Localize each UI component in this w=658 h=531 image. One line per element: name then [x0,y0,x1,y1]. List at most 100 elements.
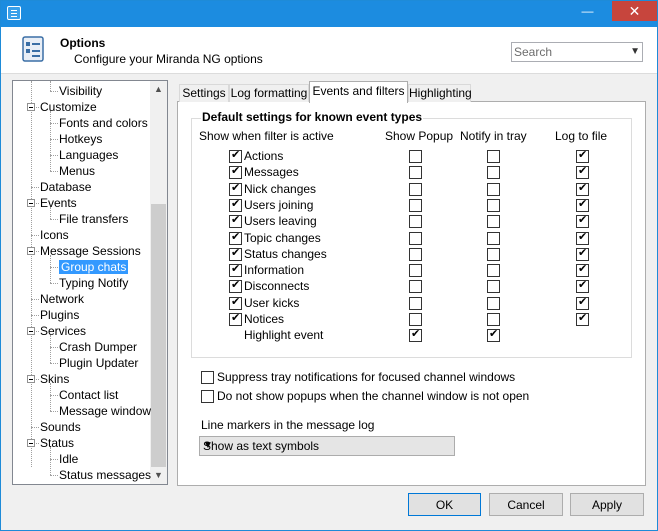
collapse-toggle-icon[interactable] [27,327,35,335]
filter-checkbox[interactable] [229,198,242,212]
filter-checkbox[interactable] [229,214,242,229]
tree-item[interactable]: Message window [59,403,151,419]
tray-checkbox[interactable] [487,198,500,212]
tray-checkbox[interactable] [487,215,500,229]
highlight-tray-checkbox[interactable] [487,328,500,343]
close-button[interactable]: ✕ [612,1,657,21]
tray-checkbox[interactable] [487,280,500,294]
tab-events-and-filters[interactable]: Events and filters [309,81,408,103]
tab-settings[interactable]: Settings [179,84,229,102]
popup-checkbox[interactable] [409,150,422,163]
tree-item[interactable]: Message Sessions [40,243,141,259]
log-checkbox[interactable] [576,263,589,278]
tree-item[interactable]: Plugin Updater [59,355,138,371]
tab-log-formatting[interactable]: Log formatting [229,84,309,102]
filter-checkbox[interactable] [229,279,242,294]
chevron-down-icon[interactable]: ▼ [203,440,448,451]
tree-item[interactable]: Group chats [59,259,129,275]
option-checkbox[interactable] [201,371,214,384]
tray-checkbox[interactable] [487,264,500,278]
log-checkbox[interactable] [576,198,589,212]
tree-item[interactable]: Menus [59,163,95,179]
log-checkbox[interactable] [576,279,589,294]
filter-checkbox[interactable] [229,231,242,245]
scroll-up-icon[interactable]: ▲ [150,81,167,98]
filter-checkbox[interactable] [229,312,242,326]
tree-item[interactable]: Network [40,291,84,307]
filter-checkbox[interactable] [229,263,242,278]
tree-item[interactable]: Status [40,435,74,451]
log-checkbox[interactable] [576,312,589,326]
filter-checkbox[interactable] [229,149,242,163]
tree-item[interactable]: Status messages [59,467,151,483]
ok-button[interactable]: OK [408,493,481,516]
chevron-down-icon[interactable]: ▼ [630,46,640,57]
collapse-toggle-icon[interactable] [27,375,35,383]
popup-checkbox[interactable] [409,166,422,180]
search-box[interactable]: ▼ [511,42,643,62]
tree-item[interactable]: File transfers [59,211,128,227]
tray-checkbox[interactable] [487,231,500,245]
log-checkbox[interactable] [576,149,589,163]
tree-item[interactable]: Plugins [40,307,79,323]
log-checkbox[interactable] [576,182,589,196]
tree-item[interactable]: Languages [59,147,118,163]
apply-button[interactable]: Apply [570,493,644,516]
tray-checkbox[interactable] [487,182,500,196]
filter-checkbox[interactable] [229,165,242,180]
popup-checkbox[interactable] [409,182,422,196]
filter-checkbox[interactable] [229,182,242,196]
log-checkbox[interactable] [576,165,589,180]
tree-item[interactable]: Events [40,195,77,211]
search-input[interactable] [514,44,620,60]
tray-checkbox[interactable] [487,150,500,163]
collapse-toggle-icon[interactable] [27,439,35,447]
tree-item[interactable]: Skins [40,371,69,387]
log-checkbox[interactable] [576,231,589,245]
popup-checkbox[interactable] [409,313,422,326]
tree-item[interactable]: Visibility [59,83,102,99]
tree-item[interactable]: Crash Dumper [59,339,137,355]
highlight-popup-checkbox[interactable] [409,328,422,343]
log-checkbox[interactable] [576,247,589,261]
title-bar[interactable]: — ☐ ✕ [1,1,657,27]
tree-item[interactable]: Idle [59,451,78,467]
log-checkbox[interactable] [576,214,589,229]
tree-item[interactable]: Customize [40,99,97,115]
app-icon[interactable] [7,6,21,20]
popup-checkbox[interactable] [409,280,422,294]
tree-item[interactable]: Hotkeys [59,131,102,147]
line-markers-select[interactable]: Show as text symbols ▼ [199,436,455,456]
options-tree[interactable]: ▲ ▼ Visibility Customize Fonts and colors H… [12,80,168,485]
tray-checkbox[interactable] [487,247,500,261]
popup-checkbox[interactable] [409,247,422,261]
log-checkbox[interactable] [576,296,589,310]
tab-highlighting[interactable]: Highlighting [408,84,472,102]
popup-checkbox[interactable] [409,264,422,278]
minimize-button[interactable]: — [574,1,601,21]
collapse-toggle-icon[interactable] [27,199,35,207]
tray-checkbox[interactable] [487,313,500,326]
tree-item[interactable]: Icons [40,227,69,243]
tree-item[interactable]: Sounds [40,419,81,435]
tree-item[interactable]: Fonts and colors [59,115,148,131]
tree-item[interactable]: Typing Notify [59,275,128,291]
tray-checkbox[interactable] [487,166,500,180]
cancel-button[interactable]: Cancel [489,493,563,516]
tree-item[interactable]: Contact list [59,387,118,403]
collapse-toggle-icon[interactable] [27,247,35,255]
option-checkbox[interactable] [201,390,214,403]
scroll-thumb[interactable] [151,204,166,467]
scroll-down-icon[interactable]: ▼ [150,467,167,484]
option-label[interactable]: Do not show popups when the channel wind… [217,389,529,403]
tree-item[interactable]: Database [40,179,91,195]
popup-checkbox[interactable] [409,215,422,229]
option-label[interactable]: Suppress tray notifications for focused … [217,370,515,384]
popup-checkbox[interactable] [409,296,422,310]
filter-checkbox[interactable] [229,247,242,261]
tree-item[interactable]: Services [40,323,86,339]
filter-checkbox[interactable] [229,296,242,310]
popup-checkbox[interactable] [409,231,422,245]
tree-scrollbar[interactable]: ▲ ▼ [150,81,167,484]
popup-checkbox[interactable] [409,198,422,212]
